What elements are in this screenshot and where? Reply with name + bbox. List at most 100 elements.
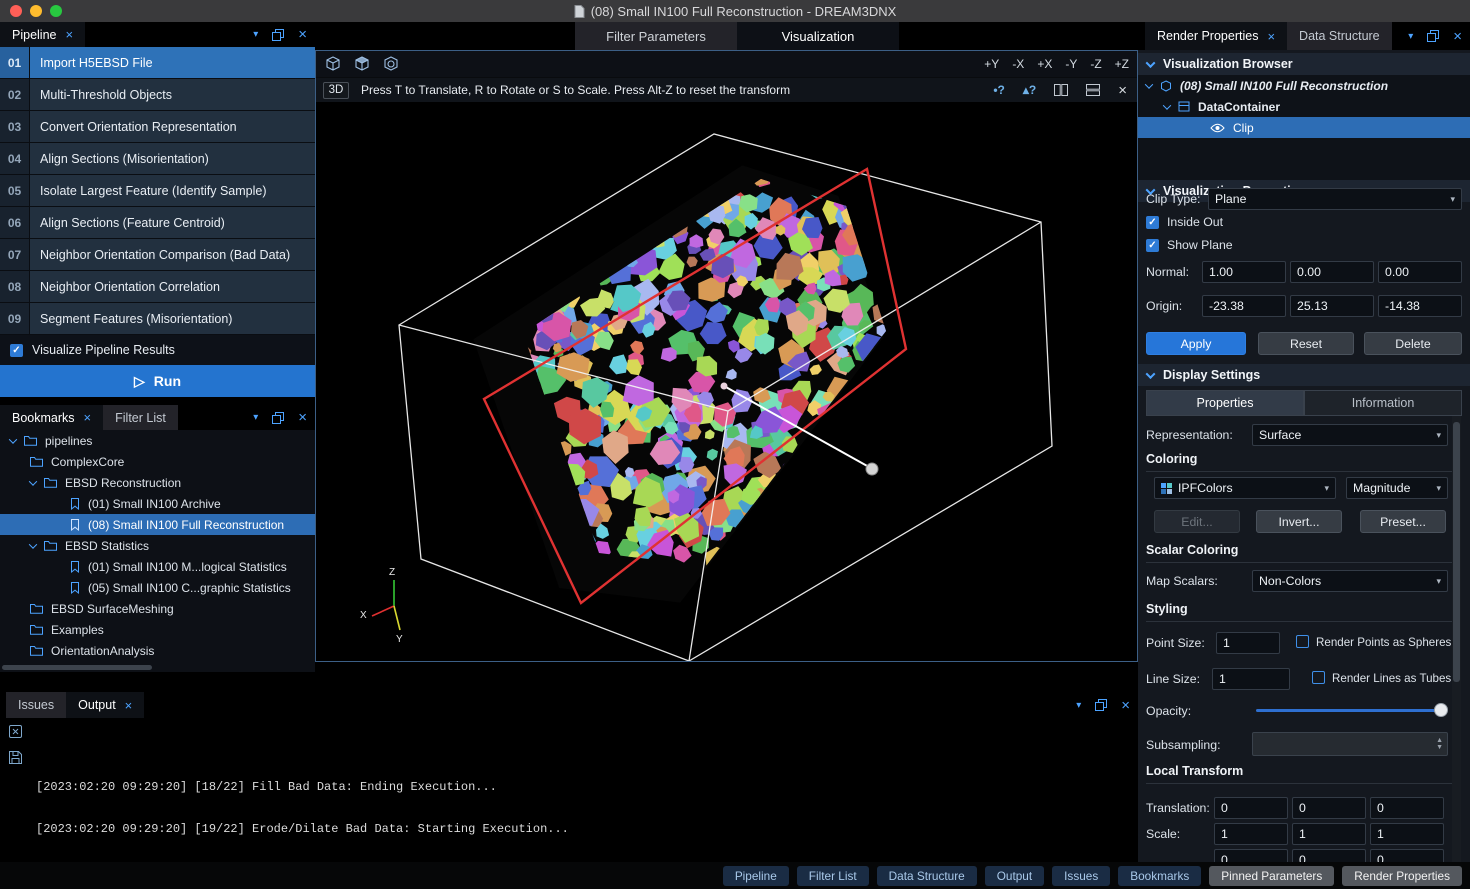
statusbar-data-structure-button[interactable]: Data Structure — [877, 866, 977, 886]
translation-z-input[interactable]: 0 — [1370, 797, 1444, 819]
close-panel-icon[interactable]: × — [1121, 698, 1130, 713]
tab-close-icon[interactable]: × — [84, 411, 92, 424]
tree-item-bookmark[interactable]: (05) Small IN100 C...graphic Statistics — [0, 577, 315, 598]
split-horizontal-icon[interactable] — [1086, 84, 1100, 96]
pipeline-step[interactable]: 06Align Sections (Feature Centroid) — [0, 207, 315, 239]
normal-y-input[interactable]: 0.00 — [1290, 261, 1374, 283]
spin-down-icon[interactable]: ▼ — [1436, 744, 1443, 751]
scrollbar-thumb[interactable] — [1453, 422, 1460, 682]
panel-menu-caret-icon[interactable]: ▾ — [253, 412, 258, 423]
tab-output[interactable]: Output × — [66, 692, 144, 718]
statusbar-render-properties-button[interactable]: Render Properties — [1342, 866, 1462, 886]
map-scalars-dropdown[interactable]: Non-Colors▾ — [1252, 570, 1448, 592]
orientation-z-input[interactable]: 0 — [1370, 849, 1444, 862]
tree-item-examples[interactable]: Examples — [0, 619, 315, 640]
tree-item-bookmark-selected[interactable]: (08) Small IN100 Full Reconstruction — [0, 514, 315, 535]
reset-view-cube-icon[interactable] — [323, 54, 343, 74]
vertical-scrollbar[interactable] — [1452, 416, 1461, 862]
pipeline-step[interactable]: 09Segment Features (Misorientation) — [0, 303, 315, 335]
console-log[interactable]: [2023:02:20 09:29:20] [18/22] Fill Bad D… — [0, 718, 1138, 862]
scale-z-input[interactable]: 1 — [1370, 823, 1444, 845]
window-close-button[interactable] — [10, 5, 22, 17]
tree-item-ebsd-statistics[interactable]: EBSD Statistics — [0, 535, 315, 556]
subsampling-spinbox[interactable]: ▲ ▼ — [1252, 732, 1448, 756]
pipeline-step[interactable]: 04Align Sections (Misorientation) — [0, 143, 315, 175]
tab-close-icon[interactable]: × — [125, 699, 133, 712]
scale-x-input[interactable]: 1 — [1214, 823, 1288, 845]
expanded-chevron-icon[interactable] — [9, 435, 17, 443]
translation-x-input[interactable]: 0 — [1214, 797, 1288, 819]
camera-cube-icon[interactable] — [381, 54, 401, 74]
pipeline-step[interactable]: 08Neighbor Orientation Correlation — [0, 271, 315, 303]
undock-panel-icon[interactable] — [272, 29, 284, 41]
preset-colormap-button[interactable]: Preset... — [1360, 510, 1446, 533]
invert-colormap-button[interactable]: Invert... — [1256, 510, 1342, 533]
visibility-eye-icon[interactable] — [1210, 123, 1225, 133]
window-minimize-button[interactable] — [30, 5, 42, 17]
tab-close-icon[interactable]: × — [1267, 30, 1275, 43]
statusbar-pipeline-button[interactable]: Pipeline — [723, 866, 789, 886]
tree-item-complexcore[interactable]: ComplexCore — [0, 451, 315, 472]
panel-menu-caret-icon[interactable]: ▾ — [253, 29, 258, 40]
undock-panel-icon[interactable] — [272, 412, 284, 424]
close-panel-icon[interactable]: × — [1453, 29, 1462, 44]
origin-z-input[interactable]: -14.38 — [1378, 295, 1462, 317]
statusbar-output-button[interactable]: Output — [985, 866, 1044, 886]
pipeline-step[interactable]: 07Neighbor Orientation Comparison (Bad D… — [0, 239, 315, 271]
component-dropdown[interactable]: Magnitude▾ — [1346, 477, 1448, 499]
plane-center-handle[interactable] — [721, 383, 728, 390]
orientation-y-input[interactable]: 0 — [1292, 849, 1366, 862]
origin-y-input[interactable]: 25.13 — [1290, 295, 1374, 317]
section-chevron-icon[interactable] — [1146, 369, 1156, 379]
statusbar-pinned-parameters-button[interactable]: Pinned Parameters — [1209, 866, 1334, 886]
pipeline-step[interactable]: 05Isolate Largest Feature (Identify Samp… — [0, 175, 315, 207]
render-points-as-spheres-checkbox[interactable] — [1296, 635, 1309, 648]
representation-dropdown[interactable]: Surface▾ — [1252, 424, 1448, 446]
section-chevron-icon[interactable] — [1146, 58, 1156, 68]
tab-filter-list[interactable]: Filter List — [103, 405, 178, 430]
orthographic-cube-icon[interactable] — [352, 54, 372, 74]
tab-display-properties[interactable]: Properties — [1146, 390, 1304, 416]
tree-item-image-geometry[interactable]: (08) Small IN100 Full Reconstruction — [1138, 75, 1470, 96]
tab-bookmarks[interactable]: Bookmarks × — [0, 405, 103, 430]
axis-button-plus-z[interactable]: +Z — [1115, 57, 1129, 71]
tab-issues[interactable]: Issues — [6, 692, 66, 718]
render-lines-as-tubes-checkbox[interactable] — [1312, 671, 1325, 684]
clip-type-dropdown[interactable]: Plane▾ — [1208, 188, 1462, 210]
tab-pipeline[interactable]: Pipeline × — [0, 22, 85, 47]
plane-normal-handle[interactable] — [866, 463, 878, 475]
normal-z-input[interactable]: 0.00 — [1378, 261, 1462, 283]
edit-colormap-button[interactable]: Edit... — [1154, 510, 1240, 533]
clear-console-icon[interactable] — [8, 724, 23, 739]
visualization-browser-header[interactable]: Visualization Browser — [1138, 53, 1470, 75]
line-size-input[interactable]: 1 — [1212, 668, 1290, 690]
point-help-icon[interactable]: •? — [993, 83, 1005, 97]
pipeline-step[interactable]: 02Multi-Threshold Objects — [0, 79, 315, 111]
reset-button[interactable]: Reset — [1258, 332, 1354, 355]
scrollbar-thumb[interactable] — [2, 665, 152, 670]
coloring-array-dropdown[interactable]: IPFColors ▾ — [1154, 477, 1336, 499]
tree-item-orientationanalysis[interactable]: OrientationAnalysis — [0, 640, 315, 661]
axis-button-minus-z[interactable]: -Z — [1090, 57, 1101, 71]
viewport-3d-scene[interactable]: Z X Y — [316, 102, 1137, 661]
undock-panel-icon[interactable] — [1427, 30, 1439, 42]
expanded-chevron-icon[interactable] — [1145, 80, 1153, 88]
statusbar-filter-list-button[interactable]: Filter List — [797, 866, 869, 886]
undock-panel-icon[interactable] — [1095, 699, 1107, 711]
visualize-results-checkbox[interactable]: ✓ — [10, 344, 23, 357]
pipeline-step[interactable]: 01Import H5EBSD File — [0, 47, 315, 79]
run-pipeline-button[interactable]: ▷ Run — [0, 365, 315, 397]
inside-out-checkbox[interactable]: ✓ — [1146, 216, 1159, 229]
spin-up-icon[interactable]: ▲ — [1436, 737, 1443, 744]
pipeline-step[interactable]: 03Convert Orientation Representation — [0, 111, 315, 143]
tree-item-clip[interactable]: Clip — [1138, 117, 1470, 138]
close-view-icon[interactable]: × — [1118, 83, 1127, 98]
close-panel-icon[interactable]: × — [298, 27, 307, 42]
transform-help-icon[interactable]: ▴? — [1023, 83, 1036, 97]
tab-data-structure[interactable]: Data Structure — [1287, 22, 1392, 50]
close-panel-icon[interactable]: × — [298, 410, 307, 425]
statusbar-issues-button[interactable]: Issues — [1052, 866, 1110, 886]
save-output-icon[interactable] — [8, 750, 23, 765]
normal-x-input[interactable]: 1.00 — [1202, 261, 1286, 283]
tab-filter-parameters[interactable]: Filter Parameters — [575, 22, 737, 50]
